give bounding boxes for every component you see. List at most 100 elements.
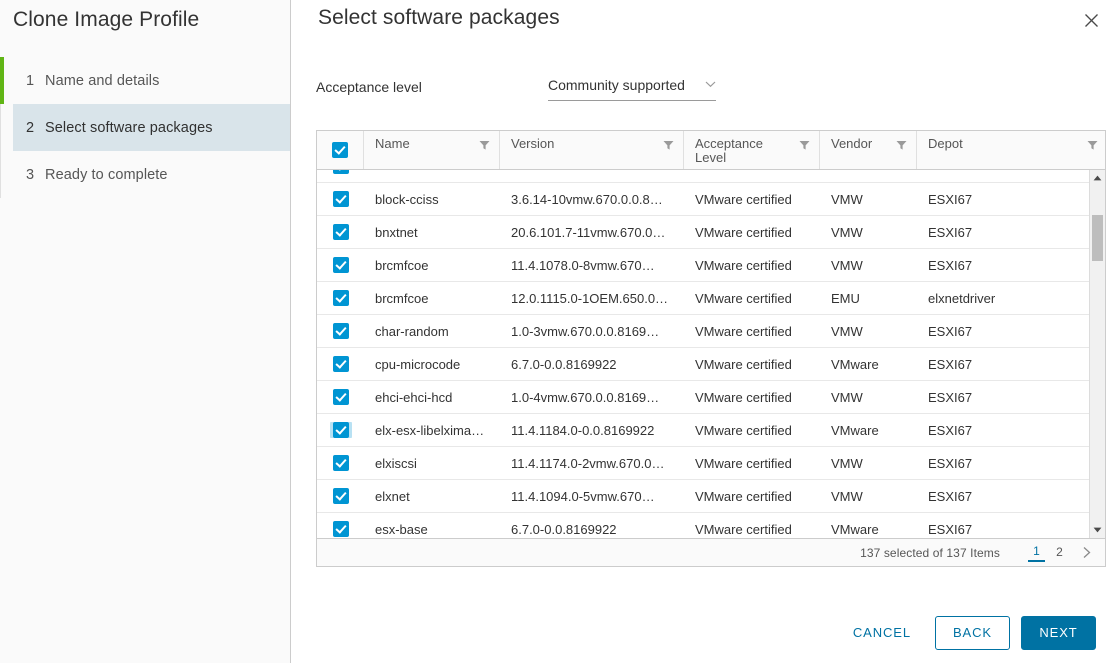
cell-acceptance: VMware certified	[695, 455, 792, 471]
row-checkbox[interactable]	[332, 290, 349, 306]
cell-version: 11.4.1184.0-0.0.8169922	[511, 422, 655, 438]
acceptance-level-select[interactable]: Community supported	[548, 77, 716, 101]
cell-version: 11.4.1078.0-8vmw.670…	[511, 257, 655, 273]
wizard-sidebar: Clone Image Profile 1 Name and details 2…	[0, 0, 291, 663]
chevron-down-icon	[705, 75, 716, 93]
row-checkbox[interactable]	[332, 488, 349, 504]
filter-icon[interactable]	[663, 139, 674, 154]
acceptance-level-value: Community supported	[548, 77, 685, 93]
row-checkbox[interactable]	[332, 323, 349, 339]
cell-vendor: VMware	[831, 422, 879, 438]
cell-acceptance: VMware certified	[695, 323, 792, 339]
cell-name: brcmfcoe	[375, 257, 429, 273]
row-checkbox-cell	[317, 290, 364, 306]
table-row[interactable]: bnxtnet 20.6.101.7-11vmw.670.0… VMware cer…	[317, 216, 1090, 249]
step-number: 2	[26, 119, 35, 136]
row-checkbox[interactable]	[332, 455, 349, 471]
select-all-checkbox[interactable]	[332, 142, 348, 158]
column-header-version[interactable]: Version	[500, 131, 684, 169]
cell-acceptance: VMware certified	[695, 488, 792, 504]
clone-image-profile-wizard: Clone Image Profile 1 Name and details 2…	[0, 0, 1113, 663]
cell-version: 11.4.1174.0-2vmw.670.0…	[511, 455, 665, 471]
filter-icon[interactable]	[1087, 139, 1098, 154]
row-checkbox[interactable]	[332, 224, 349, 240]
chevron-right-icon[interactable]	[1080, 546, 1093, 559]
cell-version: 3.6.14-10vmw.670.0.0.8…	[511, 191, 663, 207]
sidebar-step-ready-to-complete[interactable]: 3 Ready to complete	[13, 151, 290, 198]
pagination: 1 2	[1028, 544, 1093, 562]
cell-depot: ESXI67	[928, 389, 973, 405]
column-header-name[interactable]: Name	[364, 131, 500, 169]
table-row[interactable]: block-cciss 3.6.14-10vmw.670.0.0.8… VMware…	[317, 183, 1090, 216]
table-body: block-cciss 3.6.14-10vmw.670.0.0.8… VMware…	[316, 170, 1106, 538]
table-row[interactable]: elxiscsi 11.4.1174.0-2vmw.670.0… VMware ce…	[317, 447, 1090, 480]
row-checkbox[interactable]	[332, 422, 349, 438]
close-icon[interactable]	[1078, 7, 1104, 33]
cell-version: 6.7.0-0.0.8169922	[511, 521, 617, 537]
table-row[interactable]: brcmfcoe 11.4.1078.0-8vmw.670… VMware cert…	[317, 249, 1090, 282]
caret-up-icon[interactable]	[1090, 170, 1105, 186]
table-row[interactable]: esx-base 6.7.0-0.0.8169922 VMware certifie…	[317, 513, 1090, 538]
table-vertical-scrollbar[interactable]	[1089, 170, 1105, 538]
row-checkbox-cell	[317, 224, 364, 240]
page-title: Select software packages	[318, 6, 560, 29]
column-header-vendor[interactable]: Vendor	[820, 131, 917, 169]
cell-depot: ESXI67	[928, 422, 973, 438]
wizard-main-panel: Select software packages Acceptance leve…	[291, 0, 1113, 663]
cell-vendor: VMW	[831, 455, 863, 471]
cell-depot: ESXI67	[928, 455, 973, 471]
column-header-label: Depot	[928, 136, 963, 151]
filter-icon[interactable]	[896, 139, 907, 154]
cell-acceptance: VMware certified	[695, 521, 792, 537]
page-button-2[interactable]: 2	[1051, 545, 1068, 561]
column-header-label: Name	[375, 136, 410, 151]
table-row[interactable]	[317, 170, 1090, 183]
software-packages-table: Name Version Acceptance Level Vendor Dep…	[316, 130, 1106, 567]
table-row[interactable]: ehci-ehci-hcd 1.0-4vmw.670.0.0.8169… VMwar…	[317, 381, 1090, 414]
row-checkbox[interactable]	[332, 257, 349, 273]
next-button[interactable]: NEXT	[1021, 615, 1096, 650]
caret-down-icon[interactable]	[1090, 522, 1105, 538]
wizard-title: Clone Image Profile	[13, 8, 200, 31]
cell-depot: ESXI67	[928, 356, 973, 372]
step-label: Name and details	[45, 72, 160, 89]
cell-depot: ESXI67	[928, 224, 973, 240]
table-row[interactable]: elxnet 11.4.1094.0-5vmw.670… VMware certif…	[317, 480, 1090, 513]
cell-depot: elxnetdriver	[928, 290, 996, 306]
row-checkbox[interactable]	[332, 356, 349, 372]
cancel-button[interactable]: CANCEL	[839, 617, 925, 649]
selection-count: 137 selected of 137 Items	[860, 545, 1000, 560]
row-checkbox[interactable]	[332, 170, 349, 174]
cell-name: block-cciss	[375, 191, 439, 207]
column-header-acceptance-level[interactable]: Acceptance Level	[684, 131, 820, 169]
cell-version: 1.0-3vmw.670.0.0.8169…	[511, 323, 660, 339]
table-row[interactable]: char-random 1.0-3vmw.670.0.0.8169… VMware …	[317, 315, 1090, 348]
active-step-accent	[0, 57, 4, 104]
cell-vendor: VMW	[831, 257, 863, 273]
sidebar-step-select-software-packages[interactable]: 2 Select software packages	[13, 104, 290, 151]
table-header-row: Name Version Acceptance Level Vendor Dep…	[316, 130, 1106, 170]
wizard-steps: 1 Name and details 2 Select software pac…	[0, 57, 290, 198]
row-checkbox[interactable]	[332, 521, 349, 537]
table-rows-viewport: block-cciss 3.6.14-10vmw.670.0.0.8… VMware…	[317, 170, 1090, 538]
back-button[interactable]: BACK	[935, 615, 1010, 650]
cell-name: char-random	[375, 323, 449, 339]
scrollbar-thumb[interactable]	[1092, 215, 1103, 261]
table-row[interactable]: elx-esx-libelxima… 11.4.1184.0-0.0.816992…	[317, 414, 1090, 447]
cell-vendor: VMW	[831, 488, 863, 504]
table-row[interactable]: brcmfcoe 12.0.1115.0-1OEM.650.0… VMware ce…	[317, 282, 1090, 315]
column-header-depot[interactable]: Depot	[917, 131, 1107, 169]
table-row[interactable]: cpu-microcode 6.7.0-0.0.8169922 VMware cer…	[317, 348, 1090, 381]
page-button-1[interactable]: 1	[1028, 544, 1045, 562]
filter-icon[interactable]	[479, 139, 490, 154]
cell-acceptance: VMware certified	[695, 389, 792, 405]
filter-icon[interactable]	[799, 139, 810, 154]
row-checkbox[interactable]	[332, 191, 349, 207]
sidebar-step-name-and-details[interactable]: 1 Name and details	[13, 57, 290, 104]
row-checkbox[interactable]	[332, 389, 349, 405]
acceptance-level-label: Acceptance level	[316, 79, 422, 95]
table-rows-container: block-cciss 3.6.14-10vmw.670.0.0.8… VMware…	[317, 170, 1090, 538]
cell-depot: ESXI67	[928, 257, 973, 273]
row-checkbox-cell	[317, 389, 364, 405]
cell-version: 11.4.1094.0-5vmw.670…	[511, 488, 655, 504]
